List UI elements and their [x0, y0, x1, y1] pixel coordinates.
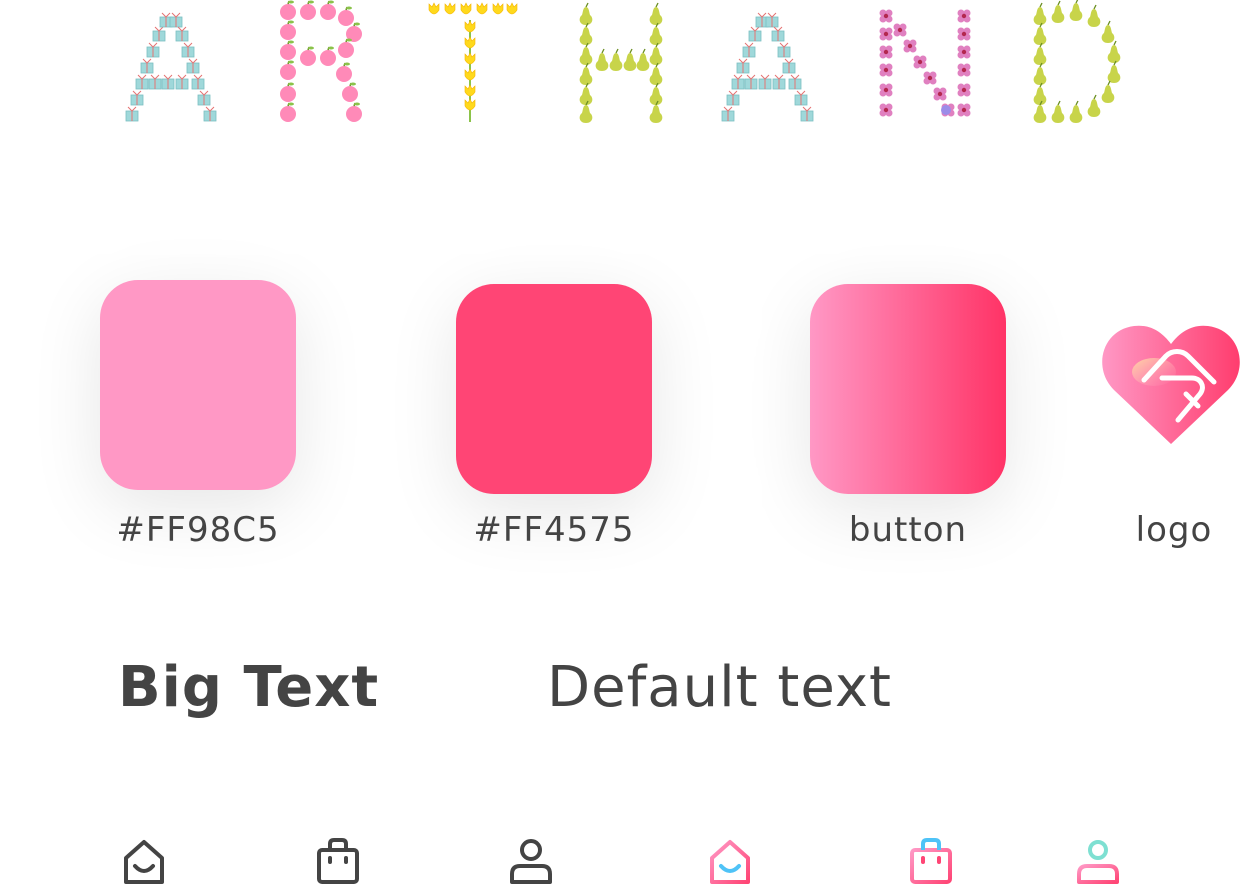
handshake-heart-icon	[1102, 325, 1240, 444]
letter-h-pears	[579, 2, 663, 124]
bag-icon-active[interactable]	[906, 836, 956, 886]
swatch-dark-pink	[456, 284, 652, 494]
arthand-letters-art	[125, 0, 1121, 124]
letter-a2-gifts	[721, 12, 814, 122]
letter-r-apples	[279, 0, 363, 123]
button-gradient-sample[interactable]	[810, 284, 1006, 494]
user-icon-active[interactable]	[1073, 836, 1123, 886]
letter-d-pears	[1033, 0, 1121, 124]
home-icon[interactable]	[119, 836, 169, 886]
default-text-sample: Default text	[547, 655, 892, 720]
user-icon[interactable]	[506, 836, 556, 886]
letter-a-gifts	[125, 12, 217, 122]
swatch-dark-pink-label: #FF4575	[473, 510, 635, 550]
letter-n-orchids	[879, 9, 971, 117]
logo-label: logo	[1135, 510, 1213, 550]
letter-t-tulips	[428, 2, 518, 122]
swatch-light-pink-label: #FF98C5	[116, 510, 280, 550]
button-sample-label: button	[848, 510, 968, 550]
swatch-light-pink	[100, 280, 296, 490]
logo	[1096, 316, 1243, 456]
bag-icon[interactable]	[313, 836, 363, 886]
arthand-banner	[0, 0, 1243, 130]
big-text-sample: Big Text	[118, 655, 380, 720]
home-icon-active[interactable]	[705, 836, 755, 886]
